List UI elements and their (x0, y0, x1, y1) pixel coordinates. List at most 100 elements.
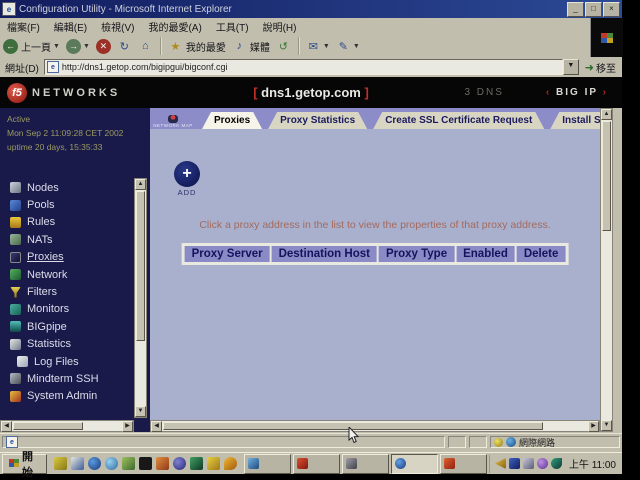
tab-proxy-statistics[interactable]: Proxy Statistics (268, 112, 367, 129)
scroll-up-icon[interactable]: ▲ (135, 179, 146, 190)
scroll-right-icon[interactable]: ▶ (588, 421, 599, 432)
tab-create-ssl-certificate-request[interactable]: Create SSL Certificate Request (373, 112, 544, 129)
quicklaunch-icon[interactable] (207, 457, 220, 470)
link-bigip[interactable]: ‹ BIG IP › (546, 87, 608, 98)
quicklaunch-icon[interactable] (173, 457, 186, 470)
taskbar-window-button[interactable] (244, 454, 291, 474)
sidebar-item-system-admin[interactable]: System Admin (10, 388, 99, 405)
tab-proxies[interactable]: Proxies (202, 112, 262, 129)
add-proxy-button[interactable]: + (174, 161, 200, 187)
tray-icon[interactable] (523, 458, 534, 469)
mouse-cursor (348, 427, 360, 445)
security-zone-panel: 網際網路 (490, 436, 620, 448)
address-input[interactable]: e http://dns1.getop.com/bigipgui/bigconf… (44, 59, 563, 75)
sidebar-item-proxies[interactable]: Proxies (10, 249, 99, 266)
sidebar-item-bigpipe[interactable]: BIGpipe (10, 318, 99, 335)
scroll-thumb[interactable] (602, 121, 611, 231)
menu-favorites[interactable]: 我的最愛(A) (148, 19, 201, 34)
taskbar-window-button[interactable] (293, 454, 340, 474)
sidebar-item-network[interactable]: Network (10, 266, 99, 283)
edit-button[interactable]: ✎ ▼ (336, 39, 360, 54)
sidebar-item-filters[interactable]: Filters (10, 283, 99, 300)
sidebar-item-mindterm-ssh[interactable]: Mindterm SSH (10, 370, 99, 387)
network-map-button[interactable]: NETWORK MAP (150, 108, 196, 129)
scroll-down-icon[interactable]: ▼ (135, 406, 146, 417)
history-button[interactable]: ↺ (276, 39, 291, 54)
stop-button[interactable]: ✕ (96, 39, 111, 54)
tray-icon[interactable] (537, 458, 548, 469)
history-icon: ↺ (276, 39, 291, 54)
quicklaunch-icon[interactable] (139, 457, 152, 470)
menu-file[interactable]: 檔案(F) (7, 19, 40, 34)
address-dropdown-icon[interactable]: ▼ (563, 59, 579, 75)
home-button[interactable]: ⌂ (138, 39, 153, 54)
scroll-left-icon[interactable]: ◀ (1, 421, 12, 432)
instruction-text: Click a proxy address in the list to vie… (150, 219, 600, 231)
refresh-icon: ↻ (117, 39, 132, 54)
quicklaunch-icon[interactable] (105, 457, 118, 470)
quicklaunch-icon[interactable] (156, 457, 169, 470)
sidebar-item-nats[interactable]: NATs (10, 231, 99, 248)
edit-dropdown-icon[interactable]: ▼ (353, 43, 360, 50)
menu-view[interactable]: 檢視(V) (101, 19, 134, 34)
taskbar-window-button[interactable] (342, 454, 389, 474)
quicklaunch-icon[interactable] (88, 457, 101, 470)
start-button[interactable]: 開始 (2, 454, 47, 474)
close-button[interactable]: × (603, 2, 620, 17)
quicklaunch-icon[interactable] (71, 457, 84, 470)
stop-icon: ✕ (96, 39, 111, 54)
nodes-icon (10, 182, 21, 193)
home-icon: ⌂ (138, 39, 153, 54)
menu-help[interactable]: 說明(H) (263, 19, 297, 34)
menu-tools[interactable]: 工具(T) (216, 19, 249, 34)
taskbar-window-button[interactable] (440, 454, 487, 474)
page-icon: e (47, 61, 59, 73)
sidebar-item-nodes[interactable]: Nodes (10, 179, 99, 196)
link-3dns[interactable]: 3 DNS (464, 87, 503, 98)
refresh-button[interactable]: ↻ (117, 39, 132, 54)
sidebar-item-monitors[interactable]: Monitors (10, 301, 99, 318)
sidebar-vertical-scrollbar[interactable]: ▲ ▼ (134, 178, 147, 418)
favorites-button[interactable]: ★ 我的最愛 (168, 39, 226, 54)
back-dropdown-icon[interactable]: ▼ (53, 43, 60, 50)
mail-button[interactable]: ✉ ▼ (306, 39, 330, 54)
scroll-thumb[interactable] (13, 422, 83, 430)
quicklaunch-icon[interactable] (54, 457, 67, 470)
scroll-thumb[interactable] (136, 191, 145, 341)
scroll-down-icon[interactable]: ▼ (601, 420, 612, 431)
maximize-button[interactable]: □ (585, 2, 602, 17)
status-bar: e 網際網路 (0, 433, 622, 450)
go-button[interactable]: ➜ 移至 (585, 60, 616, 75)
sidebar-item-rules[interactable]: Rules (10, 214, 99, 231)
tab-install-ssl-certificate[interactable]: Install SSL Certif (550, 112, 600, 129)
sidebar-item-pools[interactable]: Pools (10, 196, 99, 213)
menu-edit[interactable]: 編輯(E) (54, 19, 87, 34)
sidebar-item-log-files[interactable]: Log Files (17, 353, 99, 370)
quicklaunch-icon[interactable] (122, 457, 135, 470)
back-button[interactable]: ← 上一頁 ▼ (3, 39, 60, 54)
mail-icon: ✉ (306, 39, 321, 54)
content-horizontal-scrollbar[interactable]: ◀ ▶ (150, 420, 600, 432)
tray-icon[interactable] (509, 458, 520, 469)
sidebar-item-statistics[interactable]: Statistics (10, 336, 99, 353)
taskbar-window-button-active[interactable] (391, 454, 438, 474)
scroll-right-icon[interactable]: ▶ (122, 421, 133, 432)
sidebar-nav: Nodes Pools Rules NATs Proxies Network F… (10, 179, 99, 405)
forward-dropdown-icon[interactable]: ▼ (83, 43, 90, 50)
forward-button[interactable]: → ▼ (66, 39, 90, 54)
sidebar-horizontal-scrollbar[interactable]: ◀ ▶ (0, 420, 134, 432)
window-title: Configuration Utility - Microsoft Intern… (19, 4, 567, 15)
address-label: 網址(D) (5, 60, 39, 75)
media-button[interactable]: ♪ 媒體 (232, 39, 270, 54)
mail-dropdown-icon[interactable]: ▼ (323, 43, 330, 50)
tray-icon[interactable] (495, 458, 506, 469)
tray-icon[interactable] (551, 458, 562, 469)
add-proxy-label: ADD (170, 188, 204, 197)
quicklaunch-icon[interactable] (224, 457, 237, 470)
scroll-left-icon[interactable]: ◀ (151, 421, 162, 432)
quicklaunch-icon[interactable] (190, 457, 203, 470)
scroll-up-icon[interactable]: ▲ (601, 109, 612, 120)
minimize-button[interactable]: _ (567, 2, 584, 17)
content-vertical-scrollbar[interactable]: ▲ ▼ (600, 108, 613, 432)
log-files-icon (17, 356, 28, 367)
